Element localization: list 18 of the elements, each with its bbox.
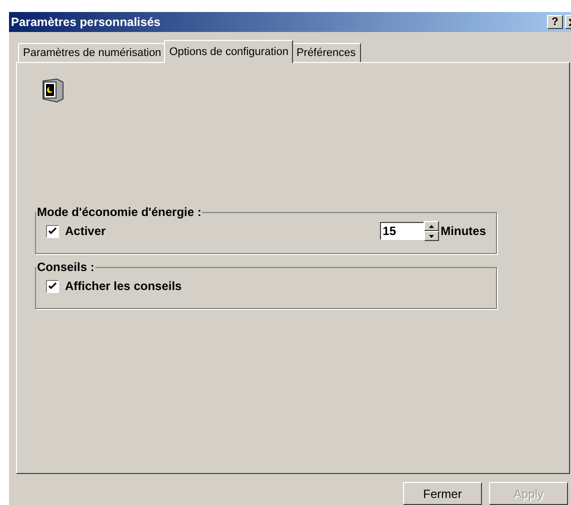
checkbox[interactable]: Activer <box>46 224 106 238</box>
checkbox-box[interactable] <box>46 280 59 292</box>
unit-label: Minutes <box>440 224 486 238</box>
group-title: Mode d'économie d'énergie : <box>36 205 202 219</box>
tab[interactable]: Préférences <box>291 43 361 62</box>
down-arrow-button[interactable] <box>424 231 439 241</box>
group-title: Conseils : <box>36 260 96 274</box>
minutes-field[interactable]: 15 <box>380 222 424 240</box>
up-arrow-button[interactable] <box>424 221 439 231</box>
checkbox-box[interactable] <box>46 224 59 238</box>
checkbox[interactable]: Afficher les conseils <box>46 279 182 293</box>
window-title: Paramètres personnalisés <box>11 15 162 29</box>
tab[interactable]: Paramètres de numérisation <box>18 43 166 62</box>
tab[interactable]: Options de configuration <box>164 40 294 63</box>
down-caret-icon <box>428 234 434 238</box>
up-caret-icon <box>428 224 434 228</box>
help-button[interactable]: ? <box>547 15 563 29</box>
dialog-button[interactable]: Fermer <box>403 482 482 505</box>
